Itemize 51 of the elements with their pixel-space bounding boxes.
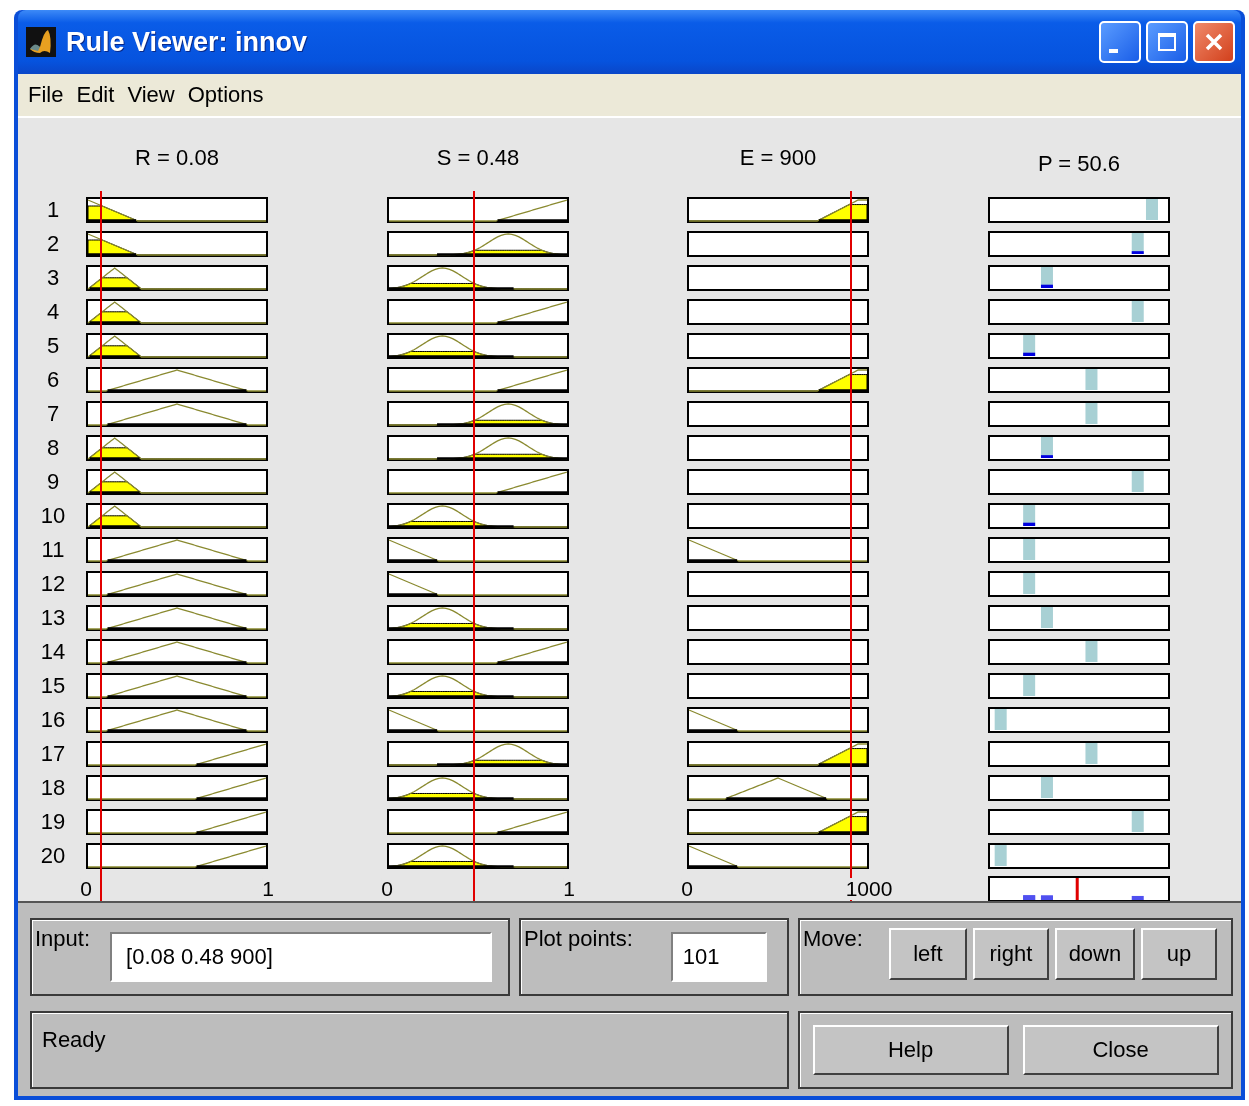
rule-number: 9 bbox=[46, 470, 60, 494]
plot-points-field[interactable]: 101 bbox=[670, 932, 767, 982]
app-icon bbox=[26, 27, 56, 57]
menu-item[interactable]: Options bbox=[181, 82, 270, 108]
rule-number: 17 bbox=[40, 742, 66, 766]
move-button[interactable]: right bbox=[972, 928, 1049, 980]
maximize-button[interactable] bbox=[1146, 21, 1188, 63]
variable-label: S = 0.48 bbox=[436, 145, 520, 171]
input-marker-line[interactable] bbox=[99, 191, 102, 901]
menu-item[interactable]: View bbox=[121, 82, 181, 108]
move-button[interactable]: left bbox=[888, 928, 967, 980]
rule-number: 7 bbox=[46, 402, 60, 426]
input-field[interactable]: [0.08 0.48 900] bbox=[110, 932, 493, 982]
input-label: Input: bbox=[34, 925, 91, 952]
variable-label: E = 900 bbox=[739, 145, 817, 171]
rule-number: 15 bbox=[40, 674, 66, 698]
status-text: Ready bbox=[41, 1026, 106, 1053]
input-marker-line[interactable] bbox=[473, 191, 476, 901]
rule-number: 1 bbox=[46, 198, 60, 222]
variable-label: R = 0.08 bbox=[135, 145, 219, 171]
move-button[interactable]: down bbox=[1054, 928, 1135, 980]
move-label: Move: bbox=[802, 925, 863, 952]
minimize-button[interactable] bbox=[1099, 21, 1141, 63]
rule-number: 6 bbox=[46, 368, 60, 392]
rule-number: 2 bbox=[46, 232, 60, 256]
move-button[interactable]: up bbox=[1140, 928, 1217, 980]
rule-number: 14 bbox=[40, 640, 66, 664]
rule-number: 19 bbox=[40, 810, 66, 834]
rule-number: 8 bbox=[46, 436, 60, 460]
rule-number: 18 bbox=[40, 776, 66, 800]
rule-number: 3 bbox=[46, 266, 60, 290]
rule-number: 16 bbox=[40, 708, 66, 732]
close-button[interactable] bbox=[1193, 21, 1235, 63]
rule-number: 4 bbox=[46, 300, 60, 324]
axis-tick-label: 1000 bbox=[845, 878, 893, 900]
menu-item[interactable]: File bbox=[22, 82, 70, 108]
dialog-button[interactable]: Help bbox=[812, 1025, 1009, 1075]
menu-item[interactable]: Edit bbox=[70, 82, 121, 108]
variable-label: P = 50.6 bbox=[1037, 151, 1121, 177]
dialog-button[interactable]: Close bbox=[1022, 1025, 1219, 1075]
minimize-icon bbox=[1109, 49, 1118, 53]
rule-number: 20 bbox=[40, 844, 66, 868]
rule-number: 11 bbox=[41, 538, 65, 562]
rule-number: 13 bbox=[40, 606, 66, 630]
plot-points-label: Plot points: bbox=[523, 925, 633, 952]
close-icon bbox=[1203, 31, 1225, 53]
rule-number: 12 bbox=[40, 572, 66, 596]
rule-number: 5 bbox=[46, 334, 60, 358]
rule-number: 10 bbox=[40, 504, 66, 528]
maximize-icon bbox=[1156, 31, 1178, 53]
window-title: Rule Viewer: innov bbox=[66, 26, 309, 58]
